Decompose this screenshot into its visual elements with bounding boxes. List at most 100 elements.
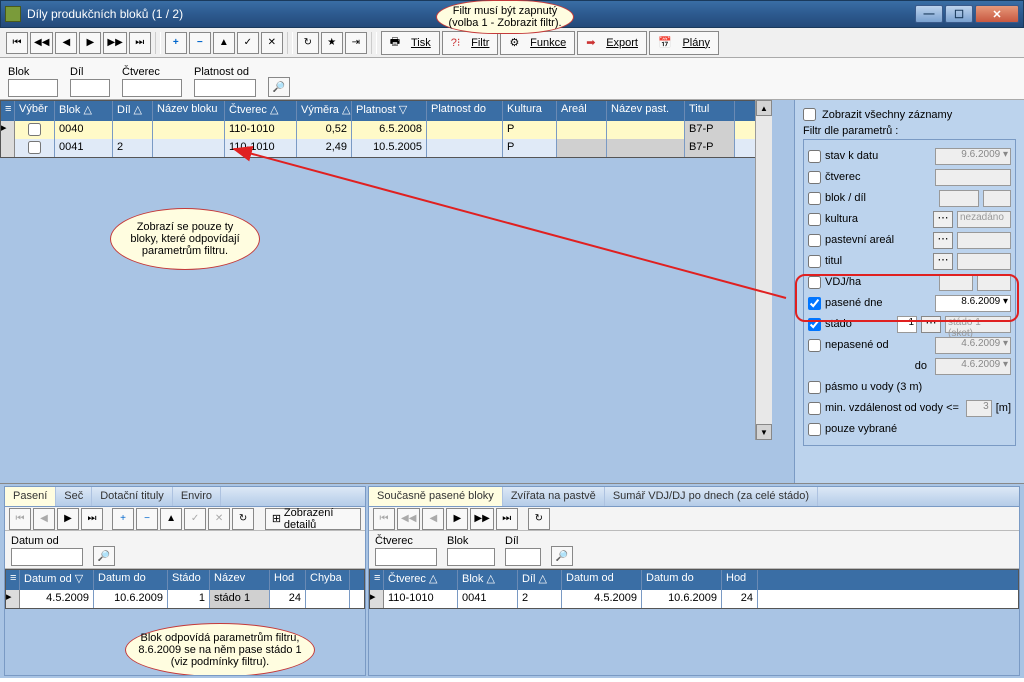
column-header[interactable]: Datum do: [94, 570, 168, 590]
lp-cancel-button[interactable]: ✕: [208, 508, 230, 530]
nepasene-do-date[interactable]: 4.6.2009 ▾: [935, 358, 1011, 375]
rp-prev-button[interactable]: ◀: [422, 508, 444, 530]
rp-prevpg-button[interactable]: ◀◀: [397, 508, 420, 530]
minvzd-checkbox[interactable]: [808, 402, 821, 415]
show-all-checkbox[interactable]: [803, 108, 816, 121]
table-row[interactable]: ▸4.5.200910.6.20091stádo 124: [6, 590, 364, 608]
pasene-checkbox[interactable]: [808, 297, 821, 310]
stav-checkbox[interactable]: [808, 150, 821, 163]
next-record-button[interactable]: ▶: [79, 32, 101, 54]
column-header[interactable]: Čtverec △: [384, 570, 458, 590]
titul-checkbox[interactable]: [808, 255, 821, 268]
maximize-button[interactable]: ☐: [945, 5, 973, 23]
column-header[interactable]: Díl △: [518, 570, 562, 590]
kultura-lookup-button[interactable]: ⋯: [933, 211, 953, 228]
vertical-scrollbar[interactable]: ▲ ▼: [755, 100, 772, 440]
vdj-from[interactable]: [939, 274, 973, 291]
cancel-button[interactable]: ✕: [261, 32, 283, 54]
column-header[interactable]: Areál: [557, 101, 607, 121]
table-row[interactable]: ▸0040110-10100,526.5.2008PB7-P: [1, 121, 757, 139]
blok-field[interactable]: [939, 190, 979, 207]
vdj-checkbox[interactable]: [808, 276, 821, 289]
lp-search-button[interactable]: 🔎: [93, 546, 115, 566]
rp-search-button[interactable]: 🔎: [551, 546, 573, 566]
column-header[interactable]: Platnost do: [427, 101, 503, 121]
rp-dil-input[interactable]: [505, 548, 541, 566]
lp-edit-button[interactable]: ▲: [160, 508, 182, 530]
column-header[interactable]: Výměra △: [297, 101, 352, 121]
column-header[interactable]: Datum od: [562, 570, 642, 590]
row-select-checkbox[interactable]: [28, 123, 41, 136]
scroll-down-button[interactable]: ▼: [756, 424, 772, 440]
lp-refresh-button[interactable]: ↻: [232, 508, 254, 530]
tab-seč[interactable]: Seč: [56, 487, 92, 506]
pasmo-checkbox[interactable]: [808, 381, 821, 394]
blokdil-checkbox[interactable]: [808, 192, 821, 205]
column-header[interactable]: Název past.: [607, 101, 685, 121]
lp-next-button[interactable]: ▶: [57, 508, 79, 530]
column-header[interactable]: Blok △: [458, 570, 518, 590]
tab-dotační tituly[interactable]: Dotační tituly: [92, 487, 173, 506]
prev-record-button[interactable]: ◀: [55, 32, 77, 54]
lp-last-button[interactable]: ⏭: [81, 508, 103, 530]
rp-refresh-button[interactable]: ↻: [528, 508, 550, 530]
minimize-button[interactable]: —: [915, 5, 943, 23]
ctverec-checkbox[interactable]: [808, 171, 821, 184]
kultura-checkbox[interactable]: [808, 213, 821, 226]
rp-next-button[interactable]: ▶: [446, 508, 468, 530]
lp-first-button[interactable]: ⏮: [9, 508, 31, 530]
tab-enviro[interactable]: Enviro: [173, 487, 221, 506]
column-header[interactable]: ≡: [370, 570, 384, 590]
bookmark-button[interactable]: ★: [321, 32, 343, 54]
tab[interactable]: Sumář VDJ/DJ po dnech (za celé stádo): [605, 487, 818, 506]
rp-first-button[interactable]: ⏮: [373, 508, 395, 530]
nepasene-checkbox[interactable]: [808, 339, 821, 352]
funkce-button[interactable]: ⚙ Funkce: [500, 31, 575, 55]
column-header[interactable]: Datum do: [642, 570, 722, 590]
vdj-to[interactable]: [977, 274, 1011, 291]
column-header[interactable]: Hod: [270, 570, 306, 590]
column-header[interactable]: Kultura: [503, 101, 557, 121]
table-row[interactable]: ▸110-1010004124.5.200910.6.200924: [370, 590, 1018, 608]
lp-detail-button[interactable]: ⊞ Zobrazení detailů: [265, 508, 361, 530]
column-header[interactable]: Blok △: [55, 101, 113, 121]
next-page-button[interactable]: ▶▶: [103, 32, 126, 54]
blok-input[interactable]: [8, 79, 58, 97]
column-header[interactable]: Díl △: [113, 101, 153, 121]
lp-prev-button[interactable]: ◀: [33, 508, 55, 530]
column-header[interactable]: Titul: [685, 101, 735, 121]
remove-button[interactable]: −: [189, 32, 211, 54]
tisk-button[interactable]: 🖶 Tisk: [381, 31, 440, 55]
lp-ok-button[interactable]: ✓: [184, 508, 206, 530]
rp-ctverec-input[interactable]: [375, 548, 437, 566]
pasene-date[interactable]: 8.6.2009 ▾: [935, 295, 1011, 312]
column-header[interactable]: ≡: [1, 101, 15, 121]
lp-remove-button[interactable]: −: [136, 508, 158, 530]
areal-checkbox[interactable]: [808, 234, 821, 247]
tab[interactable]: Zvířata na pastvě: [503, 487, 605, 506]
close-button[interactable]: ✕: [975, 5, 1019, 23]
edit-button[interactable]: ▲: [213, 32, 235, 54]
areal-lookup-button[interactable]: ⋯: [933, 232, 953, 249]
stado-num[interactable]: 1: [897, 316, 917, 333]
add-button[interactable]: +: [165, 32, 187, 54]
column-header[interactable]: Hod: [722, 570, 758, 590]
prev-page-button[interactable]: ◀◀: [30, 32, 53, 54]
rp-last-button[interactable]: ⏭: [496, 508, 518, 530]
scroll-up-button[interactable]: ▲: [756, 100, 772, 116]
lp-datum-input[interactable]: [11, 548, 83, 566]
goto-bookmark-button[interactable]: ⇥: [345, 32, 367, 54]
vybrane-checkbox[interactable]: [808, 423, 821, 436]
column-header[interactable]: Datum od ▽: [20, 570, 94, 590]
refresh-button[interactable]: ↻: [297, 32, 319, 54]
main-grid[interactable]: ≡VýběrBlok △Díl △Název blokuČtverec △Vým…: [0, 100, 758, 158]
dil-input[interactable]: [70, 79, 110, 97]
column-header[interactable]: Výběr: [15, 101, 55, 121]
dil-field[interactable]: [983, 190, 1011, 207]
nepasene-od-date[interactable]: 4.6.2009 ▾: [935, 337, 1011, 354]
ctverec-input[interactable]: [122, 79, 182, 97]
rp-blok-input[interactable]: [447, 548, 495, 566]
stado-lookup-button[interactable]: ⋯: [921, 316, 941, 333]
column-header[interactable]: Chyba: [306, 570, 350, 590]
stav-date[interactable]: 9.6.2009 ▾: [935, 148, 1011, 165]
